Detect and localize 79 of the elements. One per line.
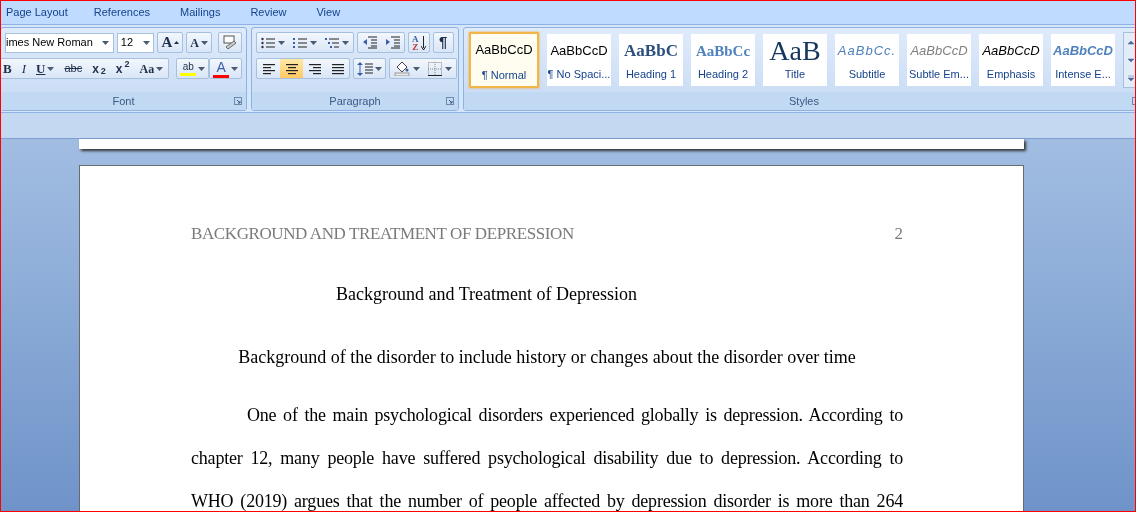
ribbon-tab[interactable]: View (316, 4, 371, 21)
page-number: 2 (894, 223, 903, 245)
sort-button[interactable]: A Z (408, 32, 430, 53)
decrease-indent-icon (362, 36, 377, 49)
style-gallery-item[interactable]: AaBbC Heading 1 (619, 34, 683, 86)
style-gallery-item[interactable]: AaBbCc. Subtitle (835, 34, 899, 86)
style-gallery-item[interactable]: AaBbCcD Intense E... (1051, 34, 1115, 86)
font-name-field[interactable]: imes New Roman (5, 32, 114, 53)
style-preview-text: AaBbC (624, 40, 678, 63)
scroll-down-icon[interactable] (1126, 56, 1135, 64)
align-center-button[interactable] (280, 59, 303, 78)
style-preview-text: AaB (769, 38, 821, 64)
sub-button[interactable]: x$_{2}$ (87, 59, 111, 78)
ribbon-tab[interactable]: Review (250, 4, 317, 21)
multilevel-list-icon (325, 36, 339, 49)
dropdown-caret-icon (342, 40, 349, 45)
section-heading: Background of the disorder to include history or changes about the disorder over time (238, 346, 856, 367)
style-preview-text: AaBbCc (695, 41, 751, 61)
bullet-list-icon (261, 36, 275, 49)
underline-button[interactable]: U (31, 59, 60, 78)
down-arrow-icon (420, 35, 426, 50)
page-header-text: BACKGROUND AND TREATMENT OF DEPRESSION (191, 223, 574, 245)
line-spacing-button[interactable] (353, 58, 386, 79)
gallery-scrollbar[interactable] (1123, 32, 1135, 88)
gallery-more-icon[interactable] (1126, 74, 1135, 82)
dropdown-caret-icon (47, 66, 55, 71)
show-formatting-marks-button[interactable]: ¶ (432, 32, 454, 53)
font-color-button[interactable]: A (209, 58, 243, 79)
dialog-launcher-icon[interactable] (234, 97, 242, 105)
dropdown-caret-icon (156, 66, 164, 71)
dropdown-caret-icon (278, 40, 285, 45)
dropdown-caret-icon (310, 40, 317, 45)
style-preview-text: AaBbCcD (1053, 42, 1113, 61)
body-paragraph: One of the main psychological disorders experienced globally is depression. According to chapter 12, many people have suffered psychological disability due to depression. According to WHO (2019) argues that the number of people affected by depression disorder is more than 264 (191, 403, 903, 511)
dialog-launcher-icon[interactable] (446, 97, 454, 105)
style-preview-text: AaBbCcD (550, 42, 608, 61)
dropdown-caret-icon (101, 40, 109, 45)
dropdown-caret-icon (198, 66, 206, 71)
style-preview-text: AaBbCcD (475, 41, 533, 60)
shrink-font-button[interactable]: A (186, 32, 212, 53)
ribbon-tab[interactable]: Page Layout (1, 4, 94, 21)
style-gallery-item[interactable]: AaBbCcD ¶ No Spaci... (547, 34, 611, 86)
clear-formatting-button[interactable] (218, 32, 242, 53)
paint-bucket-icon (394, 61, 410, 76)
style-gallery-item[interactable]: AaBbCc Heading 2 (691, 34, 755, 86)
strike-button[interactable]: abc (59, 59, 88, 78)
italic-button[interactable]: I (16, 59, 31, 78)
ribbon-tab[interactable]: References (93, 4, 181, 21)
style-gallery-item[interactable]: AaB Title (763, 34, 827, 86)
case-button[interactable]: Aa (134, 59, 169, 78)
up-caret-icon (174, 41, 180, 44)
dropdown-caret-icon (231, 66, 239, 71)
grow-font-button[interactable]: A (157, 32, 184, 53)
dropdown-caret-icon (413, 66, 420, 71)
eraser-icon (222, 34, 238, 51)
style-preview-text: AaBbCc. (837, 42, 897, 61)
sup-button[interactable]: x$^{2}$ (110, 59, 135, 78)
highlight-button[interactable]: ab (176, 58, 210, 79)
style-gallery-item[interactable]: AaBbCcD Emphasis (979, 34, 1043, 86)
scroll-up-icon[interactable] (1126, 38, 1135, 46)
style-gallery-item[interactable]: AaBbCcD ¶ Normal (469, 32, 539, 88)
group-title: Font (112, 93, 135, 109)
style-preview-text: AaBbCcD (982, 42, 1040, 61)
group-title: Paragraph (329, 93, 381, 109)
increase-indent-icon (385, 36, 400, 49)
ribbon-tab[interactable]: Mailings (180, 4, 251, 21)
document-title: Background and Treatment of Depression (336, 283, 637, 304)
numbered-list-icon (293, 36, 307, 49)
border-grid-icon (428, 61, 442, 76)
group-title: Styles (789, 93, 819, 109)
line-spacing-icon (357, 61, 373, 76)
bold-button[interactable]: B (1, 59, 17, 78)
dropdown-caret-icon (375, 66, 382, 71)
font-size-field[interactable]: 12 (116, 32, 155, 53)
style-preview-text: AaBbCcD (910, 42, 968, 61)
style-gallery-item[interactable]: AaBbCcD Subtle Em... (907, 34, 971, 86)
dropdown-caret-icon (201, 40, 208, 45)
dropdown-caret-icon (143, 40, 151, 45)
dropdown-caret-icon (445, 66, 452, 71)
